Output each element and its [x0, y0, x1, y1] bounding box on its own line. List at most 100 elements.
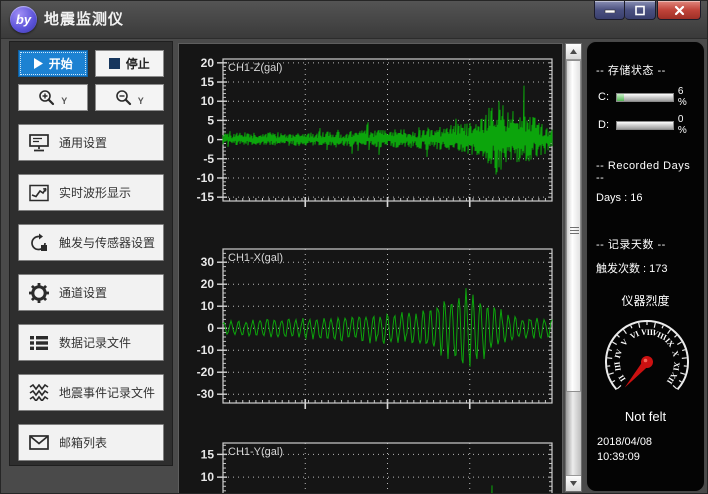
- waveform-icon: [29, 184, 49, 202]
- svg-text:0: 0: [207, 133, 214, 147]
- sidebar: 开始 停止 Y Y: [9, 41, 173, 466]
- drive-d-usage-bar: [616, 121, 674, 130]
- app-logo-icon: by: [10, 6, 37, 33]
- seismic-event-icon: [29, 384, 49, 401]
- sidebar-item-label: 地震事件记录文件: [59, 384, 155, 401]
- chart-scrollbar[interactable]: [565, 43, 582, 492]
- trigger-count-value: 触发次数 : 173: [596, 260, 695, 276]
- drive-d-row: D: 0 %: [598, 114, 695, 136]
- svg-text:XII: XII: [665, 371, 679, 386]
- svg-text:15: 15: [201, 75, 215, 89]
- scroll-down-button[interactable]: [566, 475, 581, 491]
- svg-text:10: 10: [201, 94, 215, 108]
- zoom-in-axis-label: Y: [61, 96, 67, 106]
- svg-text:30: 30: [201, 255, 215, 269]
- status-panel: -- 存储状态 -- C: 6 % D: 0 % -- Recorded Day…: [586, 41, 705, 492]
- zoom-out-y-button[interactable]: Y: [95, 84, 165, 111]
- close-icon: [674, 5, 685, 16]
- svg-text:10: 10: [201, 299, 215, 313]
- drive-c-row: C: 6 %: [598, 86, 695, 108]
- chart-ch1-y: 151050-5-10-15CH1-Y(gal): [179, 433, 560, 494]
- days-value: Days : 16: [596, 192, 695, 204]
- recorded-days-header: -- Recorded Days --: [596, 160, 695, 184]
- title-bar: by 地震监测仪: [1, 1, 708, 39]
- drive-c-percent: 6 %: [678, 86, 695, 108]
- monitor-icon: [29, 134, 49, 152]
- svg-text:III: III: [613, 361, 623, 372]
- drive-c-label: C:: [598, 91, 612, 103]
- zoom-out-icon: [115, 89, 132, 106]
- svg-text:-20: -20: [197, 365, 215, 379]
- maximize-button[interactable]: [625, 1, 656, 20]
- intensity-gauge: IIIIIIVVVIVIIVIIIIXXXIXII: [596, 311, 695, 409]
- time-value: 10:39:09: [597, 450, 652, 465]
- play-icon: [33, 58, 43, 69]
- scrollbar-grip: [570, 225, 579, 236]
- svg-text:XI: XI: [671, 361, 681, 371]
- scroll-up-icon: [570, 49, 577, 54]
- sidebar-item-trigger-sensor-settings[interactable]: 触发与传感器设置: [18, 224, 164, 261]
- svg-text:10: 10: [201, 470, 215, 484]
- scroll-down-icon: [570, 481, 577, 486]
- gauge-title: 仪器烈度: [596, 292, 695, 309]
- gear-icon: [29, 283, 49, 303]
- svg-text:5: 5: [207, 113, 214, 127]
- trigger-sensor-icon: [29, 233, 49, 252]
- svg-text:-30: -30: [197, 387, 215, 401]
- drive-d-percent: 0 %: [678, 114, 695, 136]
- svg-text:20: 20: [201, 277, 215, 291]
- sidebar-item-label: 数据记录文件: [59, 334, 131, 351]
- svg-text:-15: -15: [197, 190, 215, 204]
- svg-text:-10: -10: [197, 343, 215, 357]
- sidebar-item-label: 通道设置: [59, 284, 107, 301]
- sidebar-item-label: 实时波形显示: [59, 184, 131, 201]
- svg-text:-5: -5: [203, 152, 214, 166]
- stop-icon: [109, 58, 120, 69]
- list-icon: [29, 335, 49, 351]
- gauge-reading: Not felt: [596, 409, 695, 424]
- date-value: 2018/04/08: [597, 435, 652, 450]
- maximize-icon: [634, 5, 646, 16]
- chart-ch1-z: 20151050-5-10-15CH1-Z(gal): [179, 49, 560, 215]
- stop-button[interactable]: 停止: [95, 50, 165, 77]
- scrollbar-thumb[interactable]: [566, 60, 581, 392]
- window-controls: [594, 1, 701, 20]
- zoom-in-y-button[interactable]: Y: [18, 84, 88, 111]
- close-button[interactable]: [657, 1, 701, 20]
- sidebar-item-data-record-files[interactable]: 数据记录文件: [18, 324, 164, 361]
- zoom-out-axis-label: Y: [138, 96, 144, 106]
- scroll-up-button[interactable]: [566, 44, 581, 60]
- svg-text:II: II: [617, 373, 628, 383]
- sidebar-item-seismic-event-files[interactable]: 地震事件记录文件: [18, 374, 164, 411]
- chart-ch1-x: 30 20 10 0 -10 -20 -30 CH1-X(gal): [179, 239, 560, 417]
- stop-label: 停止: [126, 55, 150, 72]
- minimize-button[interactable]: [594, 1, 625, 20]
- sidebar-item-realtime-waveform[interactable]: 实时波形显示: [18, 174, 164, 211]
- svg-text:-10: -10: [197, 171, 215, 185]
- svg-text:V: V: [619, 337, 630, 347]
- sidebar-item-label: 邮箱列表: [59, 434, 107, 451]
- drive-d-label: D:: [598, 119, 612, 131]
- sidebar-item-mail-list[interactable]: 邮箱列表: [18, 424, 164, 461]
- mail-icon: [29, 435, 49, 450]
- sidebar-item-general-settings[interactable]: 通用设置: [18, 124, 164, 161]
- waveform-chart-panel: 20151050-5-10-15CH1-Z(gal) 3020100-10-20…: [178, 43, 563, 494]
- svg-text:CH1-X(gal): CH1-X(gal): [228, 252, 283, 264]
- datetime-display: 2018/04/08 10:39:09: [597, 435, 652, 465]
- start-button[interactable]: 开始: [18, 50, 88, 77]
- start-label: 开始: [49, 55, 73, 72]
- app-title: 地震监测仪: [44, 1, 124, 39]
- svg-text:VI: VI: [629, 329, 641, 341]
- svg-text:CH1-Y(gal): CH1-Y(gal): [228, 446, 283, 458]
- sidebar-item-label: 触发与传感器设置: [59, 234, 155, 251]
- record-count-header: -- 记录天数 --: [596, 236, 695, 252]
- svg-text:0: 0: [207, 321, 214, 335]
- svg-text:X: X: [670, 350, 680, 358]
- zoom-in-icon: [38, 89, 55, 106]
- minimize-icon: [604, 8, 616, 13]
- storage-status-header: -- 存储状态 --: [596, 62, 695, 78]
- app-window: by 地震监测仪 开始: [0, 0, 708, 494]
- sidebar-item-channel-settings[interactable]: 通道设置: [18, 274, 164, 311]
- sidebar-item-label: 通用设置: [59, 134, 107, 151]
- svg-text:20: 20: [201, 56, 215, 70]
